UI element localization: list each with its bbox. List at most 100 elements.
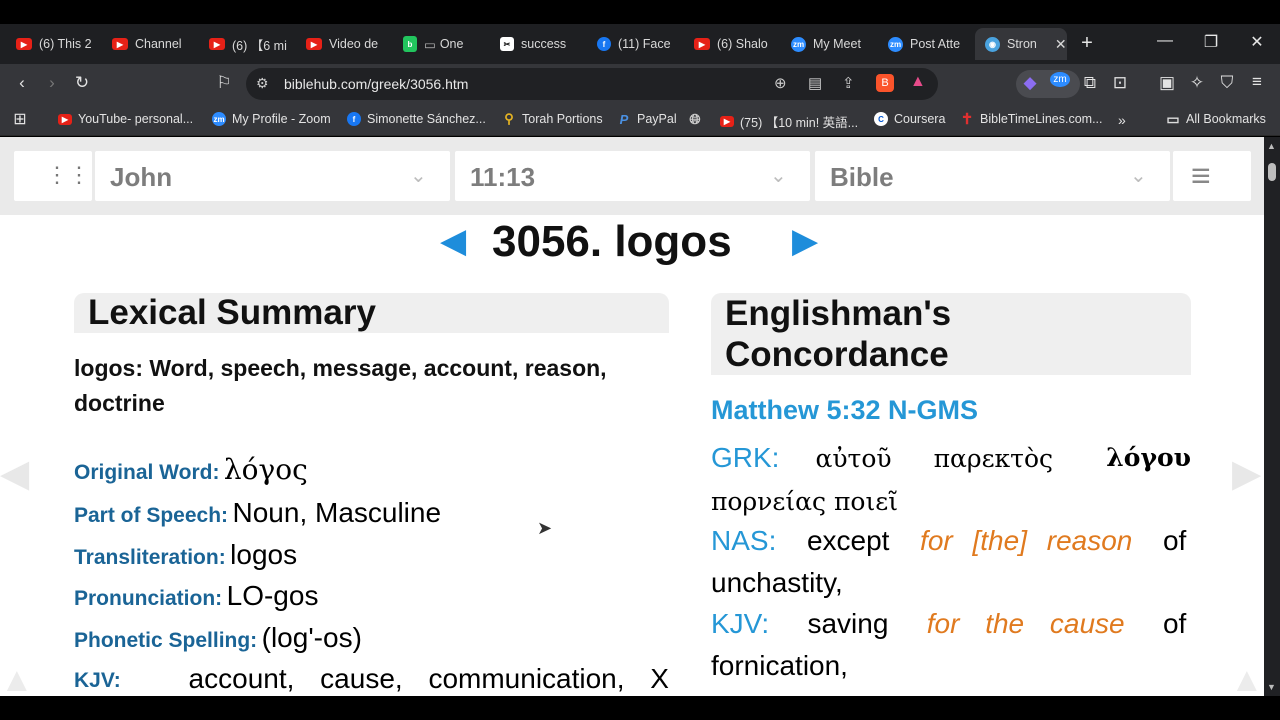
cross-icon: ✝: [960, 111, 974, 128]
bookmark-label: My Profile - Zoom: [232, 112, 331, 126]
hamburger-menu-button[interactable]: ≡: [1173, 151, 1251, 201]
bookmarks-bar: ⊞ ▶ YouTube- personal... zm My Profile - Z…: [0, 104, 1280, 136]
bookmark-paypal[interactable]: P PayPal: [617, 112, 677, 127]
next-entry-arrow[interactable]: ▶: [792, 221, 818, 261]
youtube-icon: ▶: [58, 113, 72, 125]
youtube-icon: ▶: [209, 38, 225, 50]
previous-entry-arrow[interactable]: ◀: [440, 221, 466, 261]
tab-youtube-3[interactable]: ▶ (6) 【6 mi: [209, 28, 289, 60]
bookmark-youtube[interactable]: ▶ YouTube- personal...: [58, 112, 193, 126]
tab-strip: ▶ (6) This 2 ▶ Channel ▶ (6) 【6 mi ▶ Video d…: [0, 24, 1280, 64]
nas-text-2: unchastity,: [711, 567, 843, 598]
tab-label: (11) Face: [618, 37, 671, 51]
bottom-black-bar: [0, 696, 1280, 720]
extensions-icon[interactable]: ⧉: [1078, 73, 1102, 93]
tab-success[interactable]: ✂ success: [500, 28, 590, 60]
reader-icon[interactable]: ▤: [808, 74, 822, 92]
grk-keyword: λόγου: [1106, 443, 1191, 472]
bookmark-bibletimelines[interactable]: ✝ BibleTimeLines.com...: [960, 111, 1103, 128]
brave-rewards-icon[interactable]: ▲: [910, 73, 926, 91]
part-of-speech-label: Part of Speech:: [74, 504, 229, 527]
tab-zoom-1[interactable]: zm My Meet: [791, 28, 871, 60]
menu-grid-button[interactable]: ⋮⋮⋮: [14, 151, 112, 201]
tab-label: Post Atte: [910, 37, 961, 51]
concordance-header: Englishman's Concordance: [711, 293, 1191, 375]
restore-button[interactable]: ❐: [1196, 32, 1226, 52]
one-icon: b: [403, 36, 417, 52]
close-window-button[interactable]: ✕: [1242, 32, 1272, 52]
nas-label: NAS:: [711, 525, 777, 556]
reload-icon[interactable]: ↻: [70, 73, 94, 93]
menu-icon[interactable]: ≡: [1245, 72, 1269, 92]
url-text[interactable]: biblehub.com/greek/3056.htm: [284, 76, 468, 92]
more-bookmarks-icon[interactable]: »: [1118, 112, 1126, 128]
grk-label: GRK:: [711, 442, 780, 473]
scroll-top-arrow-right[interactable]: ▲: [1230, 661, 1264, 696]
back-icon[interactable]: ‹: [10, 73, 34, 93]
phonetic-spelling-label: Phonetic Spelling:: [74, 629, 258, 652]
zoom-icon[interactable]: ⊕: [774, 74, 787, 92]
youtube-icon: ▶: [16, 38, 32, 50]
scroll-top-arrow-left[interactable]: ▲: [0, 661, 34, 696]
tab-youtube-5[interactable]: ▶ (6) Shalo: [694, 28, 774, 60]
tab-label: One: [439, 37, 464, 51]
bookmark-globe[interactable]: 🌐︎: [688, 111, 708, 127]
zoom-extension-icon[interactable]: zm: [1048, 72, 1072, 87]
transliteration-label: Transliteration:: [74, 546, 226, 569]
tab-facebook[interactable]: f (11) Face: [597, 28, 677, 60]
vpn-icon[interactable]: ⛉: [1215, 73, 1239, 93]
page-scrollbar[interactable]: ▲ ▼: [1264, 137, 1280, 696]
bookmark-youtube-2[interactable]: ▶ (75) 【10 min! 英語...: [720, 112, 858, 131]
original-word-row: Original Word: λόγος: [74, 453, 308, 486]
prev-page-arrow[interactable]: ◀: [0, 451, 29, 496]
minimize-button[interactable]: —: [1150, 32, 1180, 50]
torah-icon: ⚲: [504, 111, 514, 126]
bookmark-page-icon[interactable]: ⚐: [212, 73, 236, 93]
bookmark-label: Simonette Sánchez...: [367, 112, 486, 126]
concordance-reference-link[interactable]: Matthew 5:32 N-GMS: [711, 395, 978, 426]
chevron-down-icon: ⌄: [1130, 165, 1147, 187]
lexical-summary-header: Lexical Summary: [74, 293, 669, 333]
kjv-conc-of: of: [1162, 608, 1187, 639]
extension-diamond-icon[interactable]: ◆: [1018, 73, 1042, 93]
scrollbar-thumb[interactable]: [1268, 163, 1276, 181]
tab-youtube-2[interactable]: ▶ Channel: [112, 28, 192, 60]
bookmark-label: YouTube- personal...: [78, 112, 194, 126]
wallet-icon[interactable]: ▣: [1155, 73, 1179, 93]
hamburger-icon: ≡: [1191, 157, 1211, 195]
youtube-icon: ▶: [306, 38, 322, 50]
grk-text-2: πορνείας ποιεῖ: [711, 487, 898, 516]
leo-ai-icon[interactable]: ✧: [1185, 73, 1209, 93]
youtube-icon: ▶: [112, 38, 128, 50]
share-icon[interactable]: ⇪: [842, 74, 855, 92]
media-icon[interactable]: ⊡: [1108, 73, 1132, 93]
zoom-icon: zm: [212, 112, 226, 126]
bookmark-facebook[interactable]: f Simonette Sánchez...: [347, 112, 486, 126]
bookmark-torah[interactable]: ⚲ Torah Portions: [502, 111, 602, 126]
forward-icon[interactable]: ›: [40, 73, 64, 93]
next-page-arrow[interactable]: ▶: [1232, 451, 1261, 496]
bookmark-coursera[interactable]: C Coursera: [874, 112, 945, 126]
tab-stron-active[interactable]: ◉ Stron ✕: [975, 28, 1067, 60]
close-tab-icon[interactable]: ✕: [1055, 36, 1067, 53]
bookmark-zoom[interactable]: zm My Profile - Zoom: [212, 112, 331, 126]
brave-shields-icon[interactable]: B: [876, 74, 894, 92]
bookmark-label: Coursera: [894, 112, 946, 126]
address-bar[interactable]: ⚙ biblehub.com/greek/3056.htm ⊕ ▤ ⇪ B ▲: [246, 68, 938, 100]
all-bookmarks[interactable]: ▭ All Bookmarks: [1166, 111, 1266, 127]
tab-one[interactable]: b ▭ One: [403, 28, 483, 60]
tab-youtube-1[interactable]: ▶ (6) This 2: [16, 28, 96, 60]
site-info-icon[interactable]: ⚙: [256, 75, 269, 92]
scroll-up-icon[interactable]: ▲: [1267, 141, 1276, 151]
kjv-conc-text-2: fornication,: [711, 650, 848, 681]
tab-label: (6) Shalo: [717, 37, 768, 51]
tab-youtube-4[interactable]: ▶ Video de: [306, 28, 386, 60]
scroll-down-icon[interactable]: ▼: [1267, 682, 1276, 692]
zoom-icon: zm: [888, 36, 903, 52]
apps-icon[interactable]: ⊞: [8, 109, 32, 129]
tab-zoom-2[interactable]: zm Post Atte: [888, 28, 968, 60]
part-of-speech-value: Noun, Masculine: [232, 497, 442, 528]
new-tab-button[interactable]: +: [1072, 32, 1102, 55]
phonetic-spelling-row: Phonetic Spelling: (log'-os): [74, 622, 362, 654]
zoom-icon: zm: [791, 36, 806, 52]
